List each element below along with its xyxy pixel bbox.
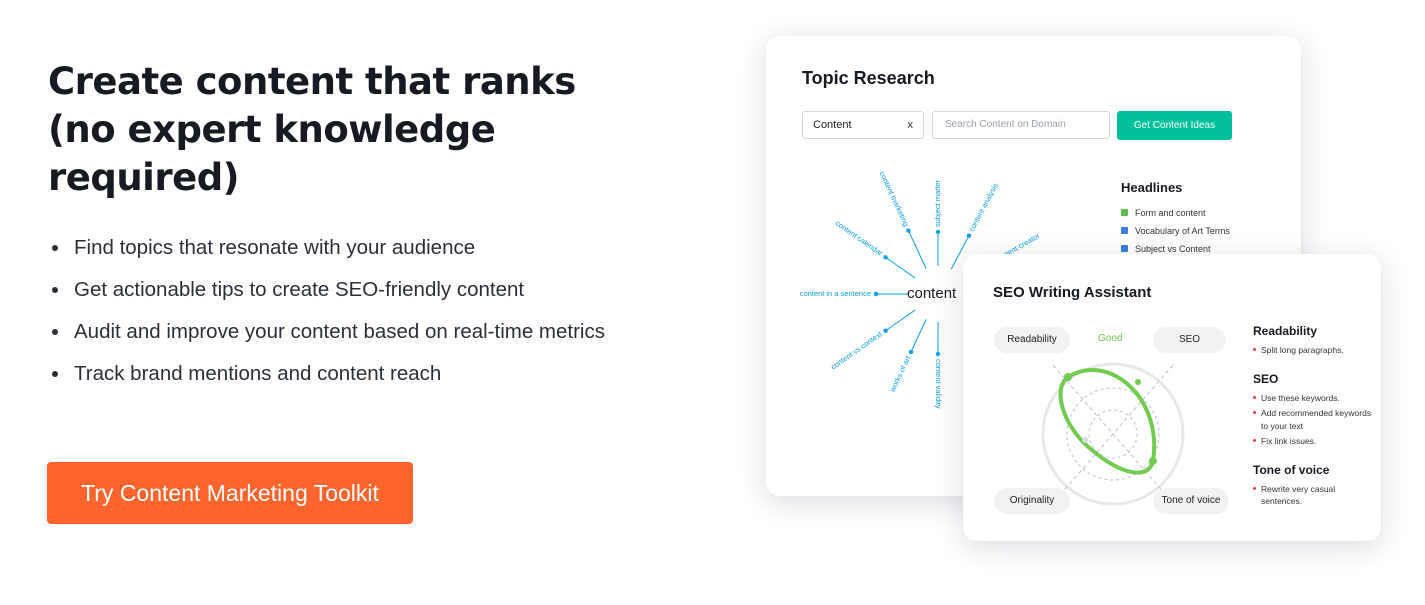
- recommendation-text: Use these keywords.: [1261, 392, 1340, 403]
- mindmap-node: [906, 228, 911, 233]
- mindmap-spoke: [907, 230, 927, 269]
- mindmap-node: [908, 349, 914, 355]
- green-square-icon: [1121, 209, 1128, 216]
- mindmap-spoke: [885, 309, 916, 332]
- feature-list: Find topics that resonate with your audi…: [52, 232, 612, 400]
- alert-dot-icon: [1253, 411, 1256, 414]
- headline-item[interactable]: Form and content: [1121, 206, 1230, 224]
- mindmap-node: [966, 233, 972, 238]
- alert-dot-icon: [1253, 486, 1256, 490]
- mindmap-node: [935, 229, 941, 235]
- recommendation-item: Use these keywords.: [1253, 392, 1373, 405]
- topic-research-title: Topic Research: [802, 68, 935, 88]
- tone-of-voice-heading: Tone of voice: [1253, 462, 1330, 477]
- blue-square-icon: [1121, 227, 1128, 234]
- recommendation-text: Add recommended keywords to your text: [1261, 408, 1372, 431]
- feature-item: Audit and improve your content based on …: [52, 316, 612, 347]
- mindmap-label[interactable]: content analysis: [967, 181, 1000, 233]
- originality-axis-label: Originality: [994, 488, 1070, 514]
- page-headline: Create content that ranks (no expert kno…: [48, 60, 576, 199]
- feature-item: Find topics that resonate with your audi…: [52, 232, 612, 263]
- seo-writing-assistant-card: SEO Writing Assistant Readability SEO Or…: [963, 254, 1381, 541]
- mindmap-node: [883, 255, 888, 260]
- score-point: [1149, 457, 1157, 465]
- seo-heading: SEO: [1253, 371, 1279, 386]
- feature-text: Track brand mentions and content reach: [74, 362, 442, 385]
- feature-text: Find topics that resonate with your audi…: [74, 236, 476, 259]
- recommendations-panel: Readability Split long paragraphs. SEO U…: [1253, 324, 1373, 511]
- readability-axis-label: Readability: [994, 327, 1070, 353]
- mindmap-label[interactable]: works of art: [887, 354, 912, 395]
- alert-dot-icon: [1253, 395, 1256, 399]
- mindmap-node: [935, 351, 941, 357]
- feature-item: Track brand mentions and content reach: [52, 358, 612, 389]
- mindmap-label[interactable]: content validity: [934, 359, 943, 409]
- bullet-icon: [52, 287, 58, 293]
- feature-text: Audit and improve your content based on …: [74, 320, 605, 343]
- topic-input[interactable]: Content x: [802, 111, 924, 139]
- mindmap-center-label: content: [907, 285, 957, 302]
- alert-dot-icon: [1253, 348, 1256, 351]
- bullet-icon: [52, 329, 58, 335]
- score-point: [1064, 373, 1072, 381]
- topic-input-value: Content: [813, 119, 852, 131]
- seo-axis-label: SEO: [1153, 327, 1226, 353]
- feature-item: Get actionable tips to create SEO-friend…: [52, 274, 612, 305]
- score-point: [1135, 379, 1141, 385]
- get-content-ideas-button[interactable]: Get Content Ideas: [1117, 111, 1232, 140]
- tone-of-voice-axis-label: Tone of voice: [1153, 488, 1229, 514]
- headlines-title: Headlines: [1121, 180, 1183, 195]
- recommendation-text: Fix link issues.: [1261, 436, 1317, 446]
- alert-dot-icon: [1253, 439, 1256, 442]
- headline-text: Form and content: [1135, 208, 1206, 218]
- recommendation-text: Split long paragraphs.: [1261, 345, 1344, 355]
- mindmap-label[interactable]: content vs context: [829, 329, 884, 372]
- bullet-icon: [52, 371, 58, 377]
- headline-item[interactable]: Vocabulary of Art Terms: [1121, 224, 1230, 242]
- recommendation-item: Add recommended keywords to your text: [1253, 407, 1373, 432]
- headlines-list: Form and content Vocabulary of Art Terms S…: [1121, 206, 1230, 260]
- mindmap-label[interactable]: content in a sentence: [800, 289, 871, 298]
- mindmap-label[interactable]: subject matter: [933, 179, 942, 227]
- mindmap-label[interactable]: content calendar: [834, 218, 885, 257]
- clear-icon[interactable]: x: [908, 112, 914, 138]
- seo-assistant-title: SEO Writing Assistant: [993, 284, 1152, 301]
- recommendation-item: Split long paragraphs.: [1253, 344, 1373, 357]
- domain-search-input[interactable]: Search Content on Domain: [932, 111, 1110, 139]
- mindmap-node: [873, 291, 879, 297]
- headline-text: Vocabulary of Art Terms: [1135, 226, 1230, 236]
- overall-status: Good: [1098, 333, 1123, 344]
- score-point: [1082, 437, 1088, 443]
- readability-heading: Readability: [1253, 324, 1318, 338]
- mindmap-spoke: [885, 256, 916, 279]
- mindmap-label[interactable]: content marketing: [877, 170, 910, 228]
- blue-square-icon: [1121, 245, 1128, 252]
- mindmap-node: [883, 328, 888, 333]
- recommendation-text: Rewrite very casual sentences.: [1261, 483, 1336, 507]
- recommendation-item: Fix link issues.: [1253, 435, 1373, 448]
- recommendation-item: Rewrite very casual sentences.: [1253, 483, 1373, 508]
- bullet-icon: [52, 245, 58, 251]
- try-toolkit-button[interactable]: Try Content Marketing Toolkit: [47, 462, 413, 524]
- feature-text: Get actionable tips to create SEO-friend…: [74, 278, 525, 301]
- mindmap-spoke: [910, 319, 927, 353]
